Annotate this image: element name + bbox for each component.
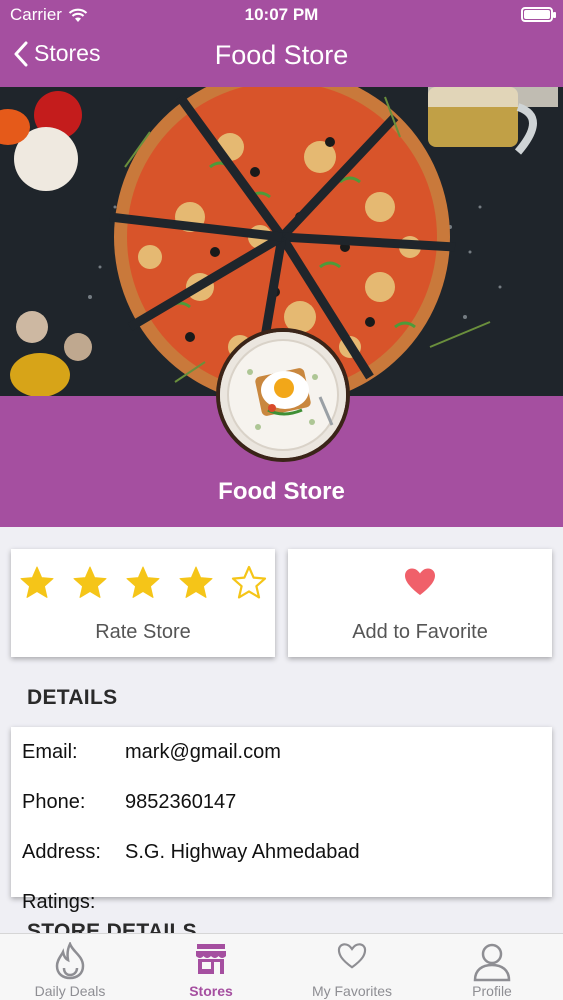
- star-filled-icon[interactable]: [125, 565, 161, 601]
- tab-profile-label: Profile: [472, 983, 512, 999]
- tab-profile[interactable]: Profile: [422, 934, 562, 1000]
- heart-icon: [405, 568, 435, 595]
- person-icon: [473, 943, 511, 982]
- star-outline-icon[interactable]: [231, 565, 267, 601]
- rating-stars[interactable]: [19, 565, 267, 601]
- navigation-bar: Stores Food Store: [0, 30, 563, 87]
- email-row: Email: mark@gmail.com: [22, 741, 281, 764]
- flame-icon: [55, 942, 85, 980]
- email-value[interactable]: mark@gmail.com: [125, 741, 281, 764]
- ratings-label: Ratings:: [22, 891, 96, 913]
- rate-store-label: Rate Store: [95, 621, 191, 643]
- star-filled-icon[interactable]: [178, 565, 214, 601]
- email-label: Email:: [22, 741, 78, 763]
- phone-row: Phone: 9852360147: [22, 791, 236, 814]
- add-to-favorite-label: Add to Favorite: [352, 621, 488, 643]
- phone-label: Phone:: [22, 791, 86, 813]
- details-heading: DETAILS: [27, 686, 118, 709]
- page-title: Food Store: [214, 40, 349, 70]
- star-filled-icon[interactable]: [19, 565, 55, 601]
- clock: 10:07 PM: [244, 5, 319, 24]
- egg-toast-image: [220, 332, 346, 458]
- store-name: Food Store: [218, 478, 345, 505]
- battery-icon: [521, 7, 556, 22]
- tab-stores[interactable]: Stores: [141, 934, 281, 1000]
- details-card: Email: mark@gmail.com Phone: 9852360147 …: [11, 727, 552, 897]
- star-filled-icon[interactable]: [72, 565, 108, 601]
- tab-daily-deals[interactable]: Daily Deals: [0, 934, 140, 1000]
- rate-store-card[interactable]: Rate Store: [11, 549, 275, 657]
- tab-my-favorites[interactable]: My Favorites: [282, 934, 422, 1000]
- address-value: S.G. Highway Ahmedabad: [125, 841, 360, 863]
- battery-level: [524, 10, 550, 19]
- status-bar: Carrier 10:07 PM: [0, 0, 563, 30]
- tab-my-favorites-label: My Favorites: [311, 983, 393, 999]
- tab-daily-deals-label: Daily Deals: [34, 983, 106, 999]
- address-row: Address: S.G. Highway Ahmedabad: [22, 841, 360, 864]
- heart-outline-icon: [337, 943, 367, 969]
- store-icon: [196, 944, 226, 974]
- add-to-favorite-button[interactable]: Add to Favorite: [288, 549, 552, 657]
- address-label: Address:: [22, 841, 101, 863]
- phone-value[interactable]: 9852360147: [125, 791, 236, 814]
- store-avatar: [216, 328, 350, 462]
- tab-bar: Daily Deals Stores My Favorites Profile: [0, 933, 563, 1000]
- tab-stores-label: Stores: [189, 983, 233, 999]
